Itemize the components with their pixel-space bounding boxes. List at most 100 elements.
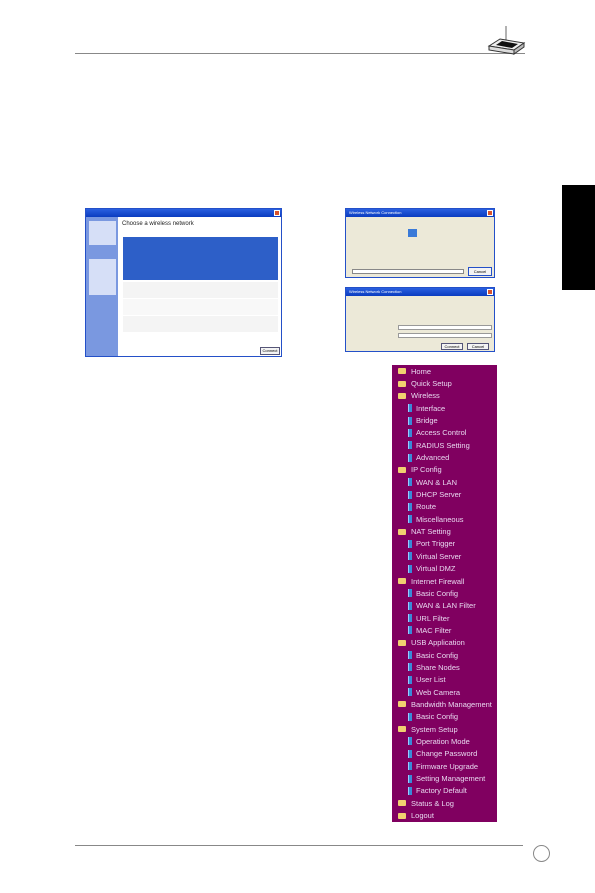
- menu-item[interactable]: Quick Setup: [392, 377, 497, 389]
- menu-item-label: Status & Log: [411, 798, 454, 808]
- page-icon: [408, 515, 412, 524]
- page-icon: [408, 651, 412, 660]
- folder-icon: [398, 528, 406, 535]
- menu-item[interactable]: Web Camera: [392, 686, 497, 698]
- footer-rule: [75, 845, 523, 846]
- menu-item[interactable]: Miscellaneous: [392, 513, 497, 525]
- network-item[interactable]: [123, 282, 278, 298]
- selected-network[interactable]: [123, 237, 278, 280]
- folder-icon: [398, 380, 406, 387]
- menu-item[interactable]: IP Config: [392, 464, 497, 476]
- folder-icon: [398, 812, 406, 819]
- close-icon: [487, 210, 493, 216]
- cancel-button[interactable]: Cancel: [467, 343, 489, 350]
- menu-item[interactable]: WAN & LAN Filter: [392, 600, 497, 612]
- network-item[interactable]: [123, 299, 278, 315]
- menu-item[interactable]: URL Filter: [392, 612, 497, 624]
- dialog-title: Wireless Network Connection: [346, 288, 494, 296]
- menu-item[interactable]: Virtual Server: [392, 550, 497, 562]
- menu-item[interactable]: Basic Config: [392, 587, 497, 599]
- page-icon: [408, 478, 412, 487]
- folder-icon: [398, 639, 406, 646]
- menu-item[interactable]: Port Trigger: [392, 538, 497, 550]
- page-icon: [408, 490, 412, 499]
- network-key-screenshot: Wireless Network Connection Connect Canc…: [345, 287, 495, 352]
- menu-item[interactable]: Virtual DMZ: [392, 563, 497, 575]
- menu-item-label: Route: [416, 502, 437, 512]
- dialog-title: Wireless Network Connection: [346, 209, 494, 217]
- menu-item-label: Advanced: [416, 453, 450, 463]
- menu-item[interactable]: Firmware Upgrade: [392, 760, 497, 772]
- menu-item-label: System Setup: [411, 724, 458, 734]
- menu-item[interactable]: RADIUS Setting: [392, 439, 497, 451]
- page-icon: [408, 404, 412, 413]
- folder-icon: [398, 726, 406, 733]
- menu-item-label: Basic Config: [416, 712, 459, 722]
- menu-item[interactable]: Change Password: [392, 748, 497, 760]
- page-icon: [408, 737, 412, 746]
- menu-item[interactable]: MAC Filter: [392, 624, 497, 636]
- menu-item[interactable]: Interface: [392, 402, 497, 414]
- menu-item[interactable]: Access Control: [392, 427, 497, 439]
- page-icon: [408, 441, 412, 450]
- menu-item[interactable]: NAT Setting: [392, 525, 497, 537]
- network-item[interactable]: [123, 316, 278, 332]
- menu-item-label: Wireless: [411, 391, 440, 401]
- menu-item-label: WAN & LAN: [416, 477, 457, 487]
- menu-item[interactable]: Route: [392, 501, 497, 513]
- confirm-key-input[interactable]: [398, 333, 492, 338]
- menu-item[interactable]: Basic Config: [392, 649, 497, 661]
- connecting-screenshot: Wireless Network Connection Cancel: [345, 208, 495, 278]
- menu-item[interactable]: Share Nodes: [392, 661, 497, 673]
- page-icon: [408, 626, 412, 635]
- menu-item-label: Virtual DMZ: [416, 564, 456, 574]
- menu-item[interactable]: Advanced: [392, 451, 497, 463]
- menu-item-label: Internet Firewall: [411, 576, 465, 586]
- router-icon: [487, 26, 526, 55]
- menu-item[interactable]: USB Application: [392, 637, 497, 649]
- close-icon: [487, 289, 493, 295]
- menu-item[interactable]: User List: [392, 674, 497, 686]
- menu-item[interactable]: Basic Config: [392, 711, 497, 723]
- close-icon: [274, 210, 280, 216]
- page-icon: [408, 539, 412, 548]
- connect-button[interactable]: Connect: [441, 343, 463, 350]
- menu-item-label: Setting Management: [416, 774, 486, 784]
- page-icon: [408, 663, 412, 672]
- menu-item-label: Access Control: [416, 428, 467, 438]
- menu-item[interactable]: Bridge: [392, 414, 497, 426]
- menu-item-label: Interface: [416, 403, 446, 413]
- menu-item-label: Bridge: [416, 416, 438, 426]
- menu-item[interactable]: Home: [392, 365, 497, 377]
- menu-item-label: Bandwidth Management: [411, 699, 492, 709]
- menu-item-label: Operation Mode: [416, 736, 470, 746]
- menu-item[interactable]: System Setup: [392, 723, 497, 735]
- menu-item-label: RADIUS Setting: [416, 440, 470, 450]
- menu-item[interactable]: Internet Firewall: [392, 575, 497, 587]
- folder-icon: [398, 578, 406, 585]
- connect-button[interactable]: Connect: [260, 347, 280, 355]
- menu-item[interactable]: Factory Default: [392, 785, 497, 797]
- folder-icon: [398, 701, 406, 708]
- menu-item[interactable]: Status & Log: [392, 797, 497, 809]
- menu-item-label: Logout: [411, 811, 434, 821]
- menu-item[interactable]: Setting Management: [392, 772, 497, 784]
- menu-item[interactable]: Logout: [392, 809, 497, 821]
- menu-item[interactable]: Bandwidth Management: [392, 698, 497, 710]
- page-icon: [408, 552, 412, 561]
- menu-item-label: DHCP Server: [416, 490, 462, 500]
- folder-icon: [398, 800, 406, 807]
- cancel-button[interactable]: Cancel: [468, 267, 492, 276]
- menu-item[interactable]: Wireless: [392, 390, 497, 402]
- page-number-circle: [533, 845, 550, 862]
- page-icon: [408, 688, 412, 697]
- menu-item-label: Factory Default: [416, 786, 467, 796]
- side-tab: [562, 185, 595, 290]
- menu-item[interactable]: WAN & LAN: [392, 476, 497, 488]
- menu-item[interactable]: DHCP Server: [392, 488, 497, 500]
- network-key-input[interactable]: [398, 325, 492, 330]
- menu-item-label: Web Camera: [416, 687, 461, 697]
- menu-item[interactable]: Operation Mode: [392, 735, 497, 747]
- dialog-heading: Choose a wireless network: [122, 221, 194, 227]
- router-web-menu: Home Quick Setup Wireless Interface Bridge Ac…: [392, 365, 497, 822]
